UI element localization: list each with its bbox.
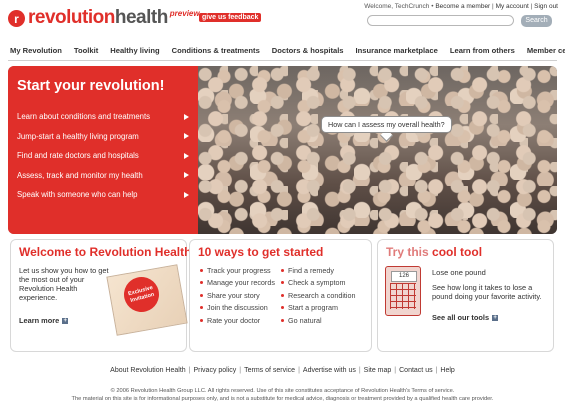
account-links: Welcome, TechCrunch • Become a member | … bbox=[364, 3, 558, 10]
feedback-button[interactable]: give us feedback bbox=[199, 13, 262, 22]
ways-col-left: Track your progress Manage your records … bbox=[200, 264, 275, 327]
learn-more-label: Learn more bbox=[19, 316, 60, 325]
hero-item-doctors[interactable]: Find and rate doctors and hospitals bbox=[17, 146, 189, 166]
hero-banner: Start your revolution! Learn about condi… bbox=[8, 66, 557, 234]
hero-item-assess[interactable]: Assess, track and monitor my health bbox=[17, 166, 189, 186]
preview-tag: preview bbox=[169, 9, 200, 18]
logo-mark-icon: r bbox=[8, 10, 25, 27]
plus-icon: + bbox=[492, 314, 499, 321]
cool-tool-title: Try this cool tool bbox=[386, 245, 482, 259]
separator: | bbox=[298, 367, 300, 374]
way-link-check-symptom[interactable]: Check a symptom bbox=[281, 277, 356, 290]
arrow-right-icon bbox=[184, 191, 189, 198]
cool-tool-box: Try this cool tool 126 Lose one pound Se… bbox=[377, 239, 554, 352]
footer-link-about[interactable]: About Revolution Health bbox=[110, 367, 186, 374]
cool-tool-title-a: Try this bbox=[386, 245, 429, 259]
way-link-rate-doctor[interactable]: Rate your doctor bbox=[200, 314, 275, 327]
arrow-right-icon bbox=[184, 172, 189, 179]
separator: | bbox=[188, 367, 191, 374]
cool-tool-title-b: cool tool bbox=[432, 245, 483, 259]
footer-link-privacy[interactable]: Privacy policy bbox=[194, 367, 237, 374]
hero-item-speak[interactable]: Speak with someone who can help bbox=[17, 185, 189, 205]
hero-item-label: Find and rate doctors and hospitals bbox=[17, 151, 139, 161]
nav-item-conditions[interactable]: Conditions & treatments bbox=[172, 46, 260, 55]
search-input[interactable] bbox=[367, 15, 514, 26]
footer-link-site-map[interactable]: Site map bbox=[364, 367, 392, 374]
hero-item-healthy-living[interactable]: Jump-start a healthy living program bbox=[17, 127, 189, 147]
become-member-link[interactable]: Become a member bbox=[435, 3, 490, 10]
hero-list: Learn about conditions and treatments Ju… bbox=[17, 107, 189, 205]
scale-calendar-icon[interactable]: 126 bbox=[385, 266, 421, 316]
nav-item-learn[interactable]: Learn from others bbox=[450, 46, 515, 55]
sign-out-link[interactable]: Sign out bbox=[534, 3, 558, 10]
way-link-start-program[interactable]: Start a program bbox=[281, 302, 356, 315]
hero-item-label: Learn about conditions and treatments bbox=[17, 112, 151, 122]
nav-item-member-central[interactable]: Member central bbox=[527, 46, 565, 55]
disclaimer-text: The material on this site is for informa… bbox=[71, 396, 494, 402]
welcome-text: Let us show you how to get the most out … bbox=[19, 266, 109, 302]
see-all-tools-label: See all our tools bbox=[432, 313, 490, 322]
tool-name[interactable]: Lose one pound bbox=[432, 268, 486, 277]
nav-item-my-revolution[interactable]: My Revolution bbox=[10, 46, 62, 55]
way-link-go-natural[interactable]: Go natural bbox=[281, 314, 356, 327]
arrow-right-icon bbox=[184, 133, 189, 140]
footer-link-terms[interactable]: Terms of service bbox=[244, 367, 295, 374]
plus-icon: + bbox=[62, 317, 69, 324]
nav-item-toolkit[interactable]: Toolkit bbox=[74, 46, 98, 55]
my-account-link[interactable]: My account bbox=[496, 3, 529, 10]
crowd-photo bbox=[198, 66, 557, 234]
footer-link-advertise[interactable]: Advertise with us bbox=[303, 367, 356, 374]
hero-item-label: Jump-start a healthy living program bbox=[17, 131, 139, 141]
footer-link-help[interactable]: Help bbox=[440, 367, 454, 374]
separator: | bbox=[530, 3, 533, 10]
hero-panel: Start your revolution! Learn about condi… bbox=[8, 66, 198, 234]
arrow-right-icon bbox=[184, 152, 189, 159]
scale-number: 126 bbox=[391, 271, 417, 282]
logo[interactable]: r revolutionhealth preview bbox=[8, 8, 200, 28]
see-all-tools-link[interactable]: See all our tools + bbox=[432, 313, 499, 322]
hero-item-conditions[interactable]: Learn about conditions and treatments bbox=[17, 107, 189, 127]
separator: | bbox=[358, 367, 361, 374]
way-link-share-story[interactable]: Share your story bbox=[200, 289, 275, 302]
logo-name-second: health bbox=[114, 7, 168, 28]
separator: | bbox=[239, 367, 242, 374]
footer-links: About Revolution Health | Privacy policy | T… bbox=[0, 367, 565, 374]
way-link-research-condition[interactable]: Research a condition bbox=[281, 289, 356, 302]
logo-text: revolutionhealth bbox=[28, 8, 168, 28]
nav-item-doctors[interactable]: Doctors & hospitals bbox=[272, 46, 344, 55]
separator: | bbox=[394, 367, 397, 374]
welcome-text: Welcome, TechCrunch • bbox=[364, 3, 434, 10]
hero-title: Start your revolution! bbox=[17, 78, 165, 94]
logo-name-first: revolution bbox=[28, 7, 115, 28]
ways-col-right: Find a remedy Check a symptom Research a… bbox=[281, 264, 356, 327]
way-link-manage-records[interactable]: Manage your records bbox=[200, 277, 275, 290]
nav-item-insurance[interactable]: Insurance marketplace bbox=[356, 46, 438, 55]
way-link-find-remedy[interactable]: Find a remedy bbox=[281, 264, 356, 277]
nav-item-healthy-living[interactable]: Healthy living bbox=[110, 46, 159, 55]
learn-more-link[interactable]: Learn more + bbox=[19, 316, 69, 325]
copyright-text: © 2006 Revolution Health Group LLC. All … bbox=[110, 388, 455, 394]
welcome-title: Welcome to Revolution Health bbox=[19, 245, 192, 259]
arrow-right-icon bbox=[184, 113, 189, 120]
speech-bubble[interactable]: How can I assess my overall health? bbox=[321, 116, 452, 133]
separator: | bbox=[435, 367, 438, 374]
separator: | bbox=[492, 3, 494, 10]
main-nav: My Revolution Toolkit Healthy living Con… bbox=[10, 46, 565, 55]
hero-item-label: Speak with someone who can help bbox=[17, 190, 138, 200]
hero-item-label: Assess, track and monitor my health bbox=[17, 170, 143, 180]
calendar-grid bbox=[390, 283, 416, 309]
footer-link-contact[interactable]: Contact us bbox=[399, 367, 432, 374]
ways-title: 10 ways to get started bbox=[198, 245, 324, 259]
way-link-track-progress[interactable]: Track your progress bbox=[200, 264, 275, 277]
ways-box: 10 ways to get started Track your progre… bbox=[189, 239, 372, 352]
search-button[interactable]: Search bbox=[521, 15, 552, 27]
way-link-join-discussion[interactable]: Join the discussion bbox=[200, 302, 275, 315]
welcome-box: Welcome to Revolution Health Let us show… bbox=[10, 239, 191, 352]
nav-divider bbox=[8, 60, 557, 61]
tool-description: See how long it takes to lose a pound do… bbox=[432, 283, 542, 301]
